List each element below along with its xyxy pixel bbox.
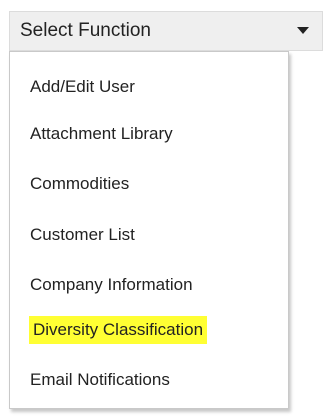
menu-item-customer-list[interactable]: Customer List <box>30 221 135 249</box>
menu-item-attachment-library[interactable]: Attachment Library <box>30 120 173 148</box>
menu-item-diversity-classification[interactable]: Diversity Classification <box>29 316 208 344</box>
menu-item-commodities[interactable]: Commodities <box>30 170 129 198</box>
menu-item-email-notifications[interactable]: Email Notifications <box>30 366 170 394</box>
caret-down-icon[interactable] <box>296 23 310 37</box>
menu-item-company-information[interactable]: Company Information <box>30 271 193 299</box>
select-label: Select Function <box>20 20 151 41</box>
function-menu: Add/Edit User Attachment Library Commodi… <box>9 51 289 409</box>
select-function-dropdown[interactable]: Select Function <box>9 11 323 51</box>
menu-item-add-edit-user[interactable]: Add/Edit User <box>30 73 135 101</box>
